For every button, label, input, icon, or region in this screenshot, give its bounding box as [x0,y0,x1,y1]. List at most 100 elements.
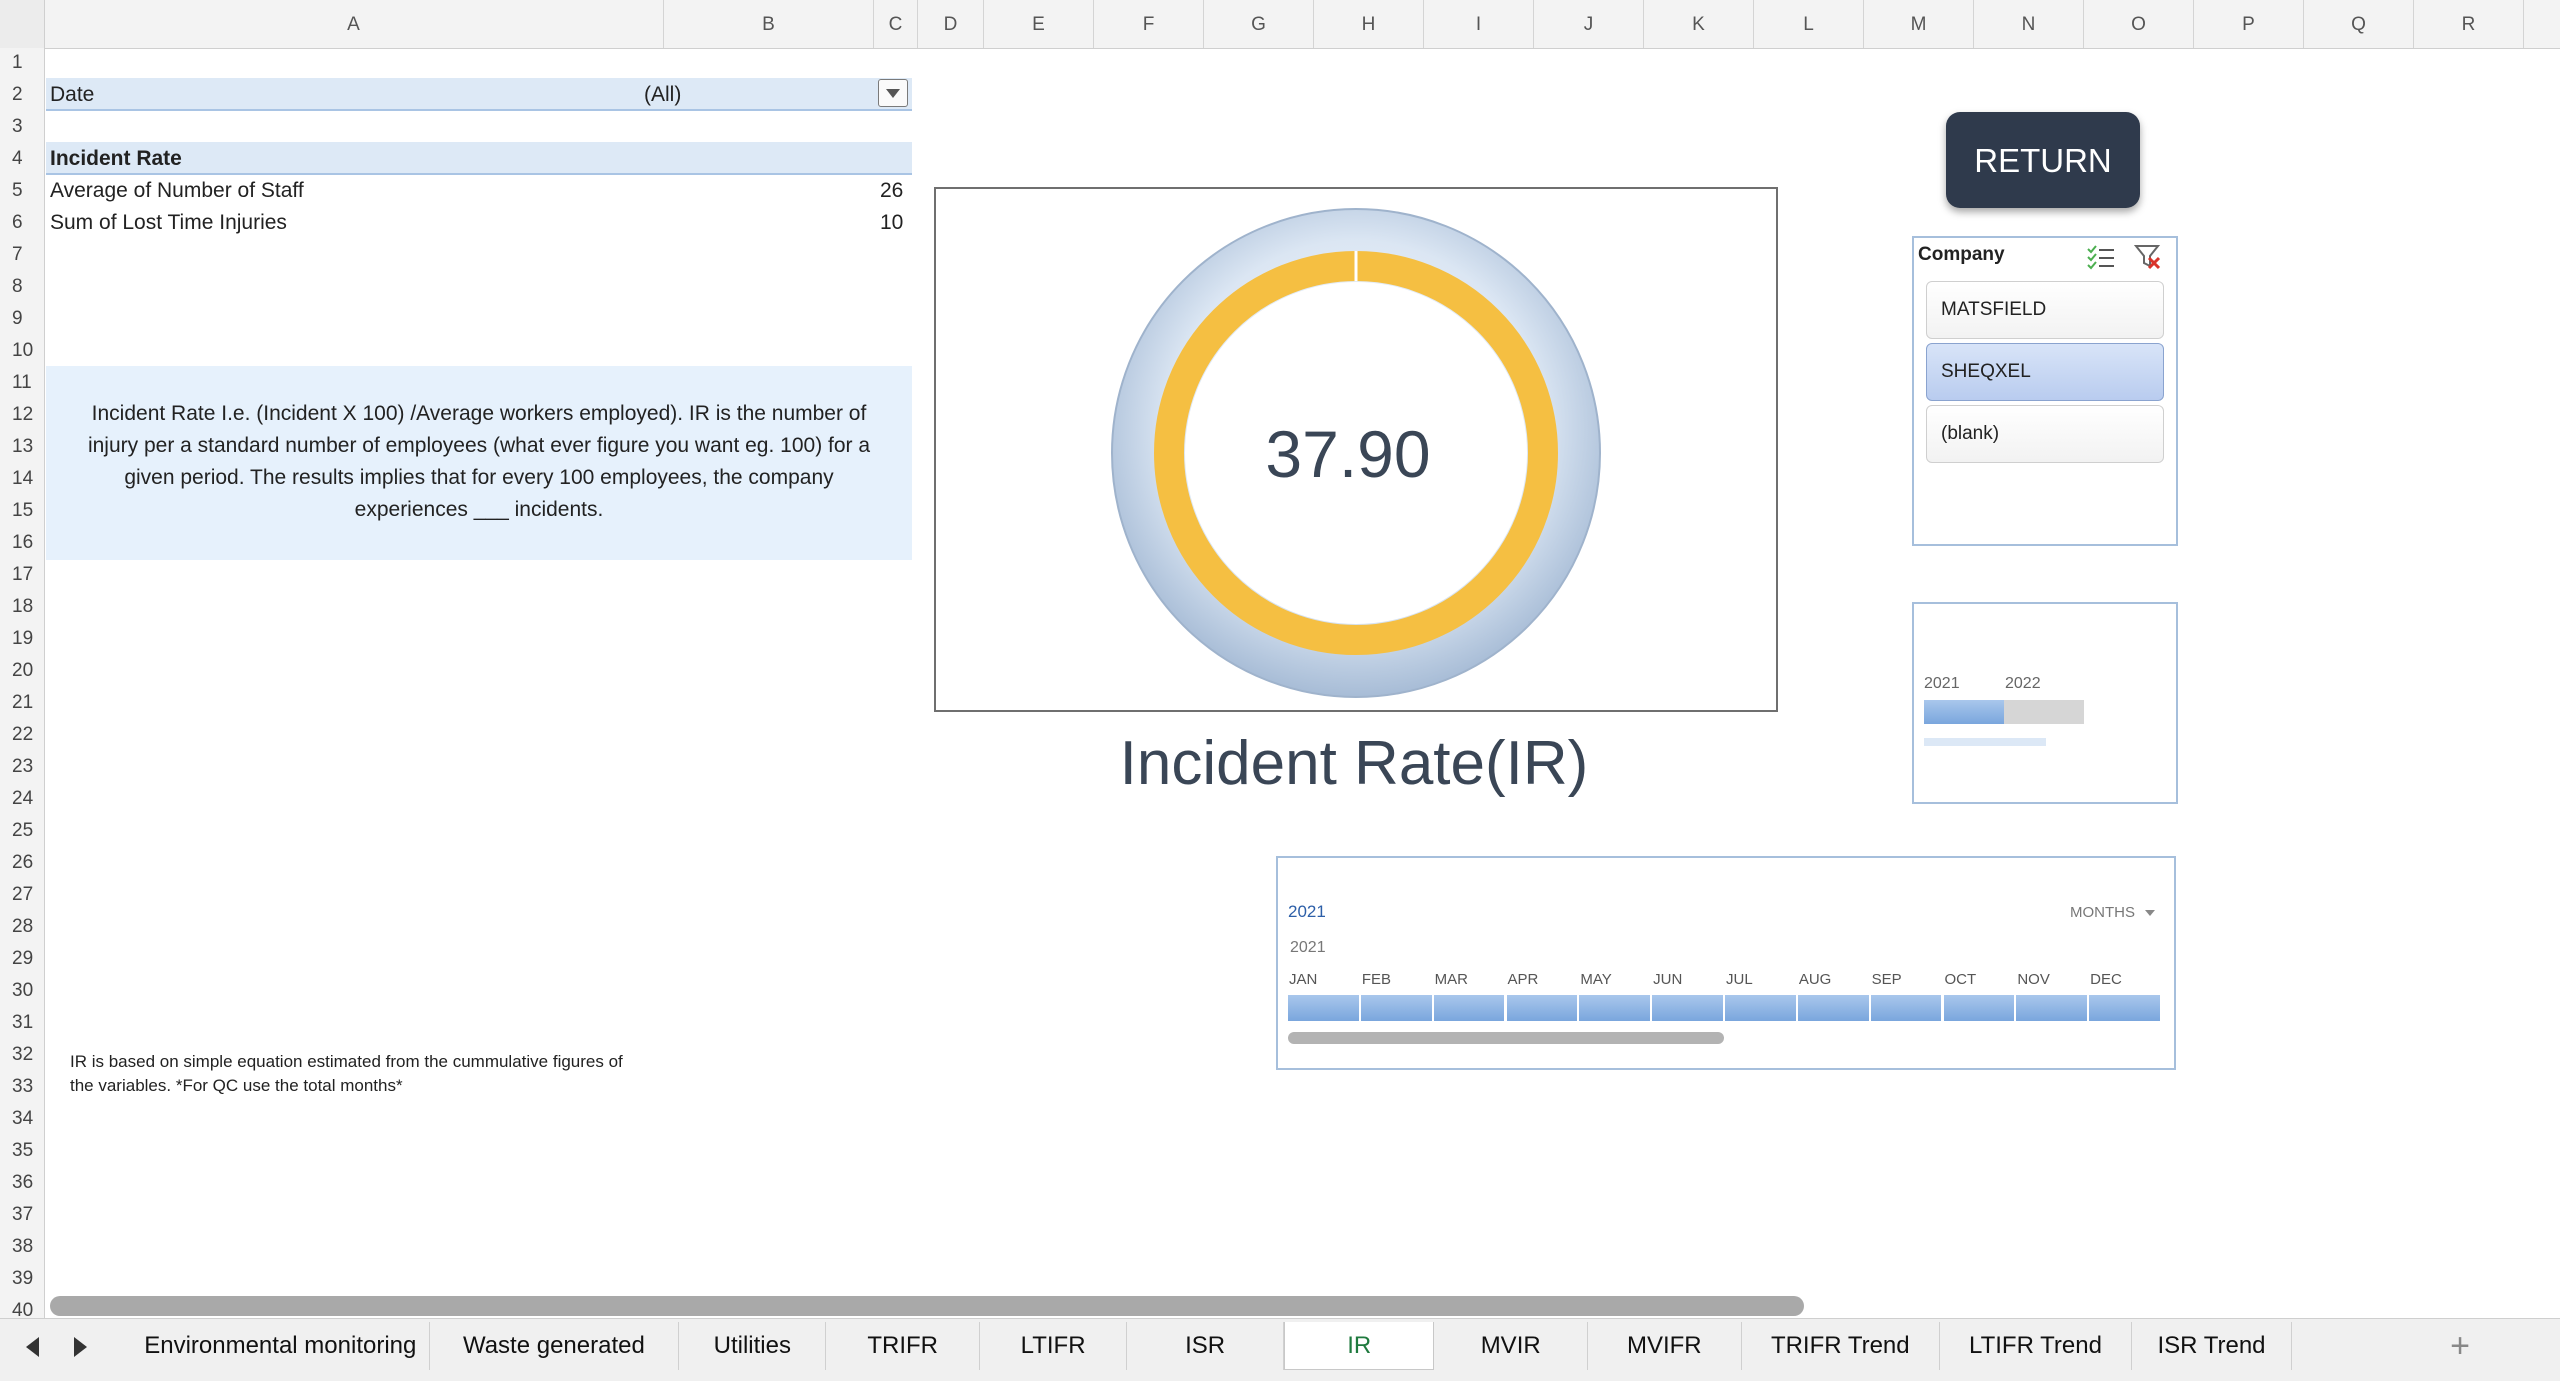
pivot-row-staff-label[interactable]: Average of Number of Staff [50,179,304,203]
timeline-month-segment[interactable] [2016,995,2090,1021]
pivot-header[interactable]: Incident Rate [50,147,182,171]
footnote-text[interactable]: IR is based on simple equation estimated… [70,1050,623,1098]
row-header-29[interactable]: 29 [0,948,44,970]
tab-isr-trend[interactable]: ISR Trend [2132,1322,2292,1370]
row-header-3[interactable]: 3 [0,116,44,138]
timeline-month-segment[interactable] [1652,995,1725,1021]
timeline-month-segment[interactable] [1725,995,1798,1021]
row-header-28[interactable]: 28 [0,916,44,938]
row-header-7[interactable]: 7 [0,244,44,266]
row-header-11[interactable]: 11 [0,372,44,394]
column-header-i[interactable]: I [1424,0,1534,48]
slicer-item-blank[interactable]: (blank) [1926,405,2164,463]
year-track[interactable] [1924,700,2084,724]
row-header-5[interactable]: 5 [0,180,44,202]
row-header-16[interactable]: 16 [0,532,44,554]
row-header-14[interactable]: 14 [0,468,44,490]
row-header-26[interactable]: 26 [0,852,44,874]
row-header-39[interactable]: 39 [0,1268,44,1290]
timeline-month-aug[interactable]: AUG [1799,971,1832,988]
timeline-month-jul[interactable]: JUL [1726,971,1753,988]
row-header-38[interactable]: 38 [0,1236,44,1258]
tab-ltifr-trend[interactable]: LTIFR Trend [1940,1322,2132,1370]
row-header-24[interactable]: 24 [0,788,44,810]
year-scrollbar[interactable] [1924,738,2046,746]
column-header-p[interactable]: P [2194,0,2304,48]
row-header-9[interactable]: 9 [0,308,44,330]
pivot-row-lti-label[interactable]: Sum of Lost Time Injuries [50,211,287,235]
row-header-23[interactable]: 23 [0,756,44,778]
row-header-21[interactable]: 21 [0,692,44,714]
pivot-row-staff-value[interactable]: 26 [880,179,903,203]
column-header-h[interactable]: H [1314,0,1424,48]
row-header-10[interactable]: 10 [0,340,44,362]
tab-trifr-trend[interactable]: TRIFR Trend [1742,1322,1940,1370]
tab-waste-generated[interactable]: Waste generated [430,1322,680,1370]
tab-environmental-monitoring[interactable]: Environmental monitoring [132,1322,430,1370]
row-header-25[interactable]: 25 [0,820,44,842]
horizontal-scrollbar[interactable] [50,1296,1804,1316]
column-header-f[interactable]: F [1094,0,1204,48]
gauge-title[interactable]: Incident Rate(IR) [1034,728,1674,799]
row-header-36[interactable]: 36 [0,1172,44,1194]
timeline-level-selector[interactable]: MONTHS [2070,904,2156,921]
pivot-row-lti-value[interactable]: 10 [880,211,903,235]
timeline-month-segment[interactable] [1506,995,1580,1021]
timeline-month-jan[interactable]: JAN [1289,971,1317,988]
row-header-2[interactable]: 2 [0,84,44,106]
timeline-month-bar[interactable] [1288,995,2162,1021]
row-header-22[interactable]: 22 [0,724,44,746]
row-header-30[interactable]: 30 [0,980,44,1002]
year-label-2022[interactable]: 2022 [2005,675,2041,693]
year-label-2021[interactable]: 2021 [1924,675,1960,693]
filter-dropdown-button[interactable] [878,79,908,107]
row-header-27[interactable]: 27 [0,884,44,906]
timeline-month-may[interactable]: MAY [1580,971,1611,988]
column-header-a[interactable]: A [44,0,664,48]
timeline-month-segment[interactable] [1360,995,1434,1021]
column-header-e[interactable]: E [984,0,1094,48]
row-header-17[interactable]: 17 [0,564,44,586]
tab-mvifr[interactable]: MVIFR [1588,1322,1742,1370]
column-header-q[interactable]: Q [2304,0,2414,48]
column-header-b[interactable]: B [664,0,874,48]
select-all-corner[interactable] [0,0,45,48]
row-header-4[interactable]: 4 [0,148,44,170]
description-textbox[interactable]: Incident Rate I.e. (Incident X 100) /Ave… [46,366,912,560]
row-header-8[interactable]: 8 [0,276,44,298]
column-header-c[interactable]: C [874,0,918,48]
row-header-35[interactable]: 35 [0,1140,44,1162]
row-header-31[interactable]: 31 [0,1012,44,1034]
row-header-6[interactable]: 6 [0,212,44,234]
timeline-month-segment[interactable] [1288,995,1361,1021]
tab-ir[interactable]: IR [1284,1322,1435,1370]
timeline-month-segment[interactable] [1870,995,1944,1021]
gauge-chart[interactable]: 37.90 [934,187,1778,712]
timeline-month-nov[interactable]: NOV [2017,971,2050,988]
timeline-month-sep[interactable]: SEP [1872,971,1902,988]
timeline-month-segment[interactable] [1797,995,1871,1021]
tab-trifr[interactable]: TRIFR [826,1322,980,1370]
row-header-33[interactable]: 33 [0,1076,44,1098]
filter-value[interactable]: (All) [644,83,681,107]
column-header-g[interactable]: G [1204,0,1314,48]
timeline-month-jun[interactable]: JUN [1653,971,1682,988]
row-header-32[interactable]: 32 [0,1044,44,1066]
next-sheet-icon[interactable] [74,1337,87,1357]
timeline-month-mar[interactable]: MAR [1435,971,1468,988]
timeline-month-apr[interactable]: APR [1508,971,1539,988]
row-header-19[interactable]: 19 [0,628,44,650]
tab-isr[interactable]: ISR [1127,1322,1284,1370]
row-header-13[interactable]: 13 [0,436,44,458]
return-button[interactable]: RETURN [1946,112,2140,208]
multi-select-icon[interactable] [2086,244,2116,270]
timeline-month-feb[interactable]: FEB [1362,971,1391,988]
column-header-m[interactable]: M [1864,0,1974,48]
slicer-item-matsfield[interactable]: MATSFIELD [1926,281,2164,339]
clear-filter-icon[interactable] [2134,244,2162,270]
timeline-month-segment[interactable] [1943,995,2017,1021]
row-header-20[interactable]: 20 [0,660,44,682]
timeline-month-segment[interactable] [1433,995,1507,1021]
timeline-month-segment[interactable] [2089,995,2162,1021]
timeline-month-dec[interactable]: DEC [2090,971,2122,988]
